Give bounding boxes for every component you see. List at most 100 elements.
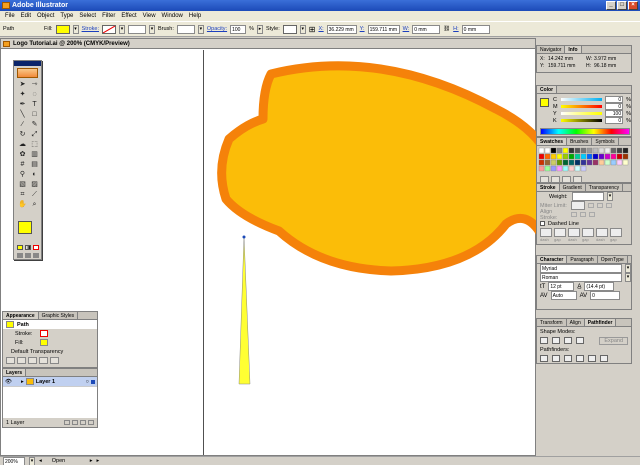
- color-m-value[interactable]: 0: [605, 103, 624, 110]
- w-label[interactable]: W:: [403, 26, 410, 32]
- font-family-dropdown-icon[interactable]: ▾: [625, 264, 631, 273]
- align-center-icon[interactable]: [571, 212, 577, 217]
- align-outside-icon[interactable]: [589, 212, 595, 217]
- line-tool-icon[interactable]: ╲: [17, 110, 28, 119]
- x-field[interactable]: 36.229 mm: [326, 24, 357, 34]
- align-inside-icon[interactable]: [580, 212, 586, 217]
- appearance-duplicate-icon[interactable]: [39, 357, 48, 364]
- status-menu-icon[interactable]: ▸: [90, 458, 93, 464]
- stroke-weight-dropdown-icon[interactable]: ▾: [149, 24, 155, 34]
- gradient-mode-icon[interactable]: [25, 245, 31, 250]
- tab-color[interactable]: Color: [537, 86, 558, 93]
- opacity-label[interactable]: Opacity:: [207, 26, 227, 32]
- eyedropper-tool-icon[interactable]: ⚲: [17, 170, 28, 179]
- color-fill-preview[interactable]: [540, 98, 549, 107]
- menu-edit[interactable]: Edit: [18, 13, 34, 19]
- delete-swatch-icon[interactable]: [573, 176, 582, 183]
- pen-tool-icon[interactable]: ✒: [17, 100, 28, 109]
- add-shape-icon[interactable]: [540, 337, 548, 344]
- cap-butt-icon[interactable]: [588, 203, 594, 208]
- reference-point-icon[interactable]: ⊞: [309, 25, 316, 34]
- fill-dropdown-icon[interactable]: ▾: [72, 24, 79, 34]
- make-clipping-mask-icon[interactable]: [64, 420, 70, 425]
- style-dropdown-icon[interactable]: ▾: [299, 24, 306, 34]
- leading-field[interactable]: (14.4 pt): [584, 282, 615, 291]
- menu-help[interactable]: Help: [186, 13, 204, 19]
- merge-icon[interactable]: [564, 355, 572, 362]
- new-swatch-icon[interactable]: [562, 176, 571, 183]
- color-mode-icon[interactable]: [17, 245, 23, 250]
- fill-swatch[interactable]: [55, 24, 70, 34]
- visibility-eye-icon[interactable]: 👁: [5, 379, 12, 385]
- opacity-dropdown-icon[interactable]: ▸: [256, 24, 263, 34]
- tab-appearance[interactable]: Appearance: [3, 312, 39, 319]
- slice-tool-icon[interactable]: ⟋: [29, 190, 40, 199]
- appearance-fill-label[interactable]: Fill:: [15, 340, 37, 346]
- intersect-shape-icon[interactable]: [564, 337, 572, 344]
- stroke-weight-field[interactable]: [128, 24, 146, 34]
- appearance-stroke-label[interactable]: Stroke:: [15, 331, 37, 337]
- color-y-slider[interactable]: [561, 112, 603, 115]
- y-label[interactable]: Y:: [360, 26, 365, 32]
- layer-name[interactable]: Layer 1: [36, 379, 55, 385]
- delete-layer-icon[interactable]: [88, 420, 94, 425]
- appearance-reduce-icon[interactable]: [28, 357, 37, 364]
- free-transform-tool-icon[interactable]: ⬚: [29, 140, 40, 149]
- tab-info[interactable]: Info: [565, 46, 582, 53]
- tab-paragraph[interactable]: Paragraph: [567, 256, 598, 263]
- dash-3-field[interactable]: [596, 228, 608, 237]
- appearance-new-art-icon[interactable]: [6, 357, 15, 364]
- tracking-field[interactable]: 0: [590, 291, 621, 300]
- color-spectrum-bar[interactable]: [540, 128, 630, 135]
- layer-target-icon[interactable]: ○: [86, 379, 89, 385]
- lasso-tool-icon[interactable]: ◌: [29, 90, 40, 99]
- close-button[interactable]: ×: [628, 1, 638, 10]
- opacity-field[interactable]: 100: [230, 24, 247, 34]
- expand-triangle-icon[interactable]: ▸: [21, 379, 24, 385]
- layer-selection-indicator[interactable]: [91, 379, 95, 384]
- stroke-weight-input[interactable]: [572, 192, 604, 201]
- tab-pathfinder[interactable]: Pathfinder: [584, 319, 617, 326]
- previous-artboard-icon[interactable]: ◂: [39, 458, 42, 464]
- tab-swatches[interactable]: Swatches: [537, 138, 568, 145]
- swatch-options-icon[interactable]: [551, 176, 560, 183]
- menu-effect[interactable]: Effect: [118, 13, 139, 19]
- gap-3-field[interactable]: [610, 228, 622, 237]
- dashed-line-checkbox[interactable]: [540, 221, 545, 226]
- paintbrush-tool-icon[interactable]: ∕: [17, 120, 28, 129]
- tab-layers[interactable]: Layers: [3, 369, 27, 376]
- menu-window[interactable]: Window: [159, 13, 186, 19]
- minimize-button[interactable]: _: [606, 1, 616, 10]
- miter-limit-input[interactable]: [571, 201, 585, 210]
- live-paint-tool-icon[interactable]: ▧: [17, 180, 28, 189]
- menu-file[interactable]: File: [2, 13, 18, 19]
- tab-opentype[interactable]: OpenType: [598, 256, 628, 263]
- gap-1-field[interactable]: [554, 228, 566, 237]
- menu-view[interactable]: View: [140, 13, 159, 19]
- y-field[interactable]: 159.711 mm: [367, 24, 400, 34]
- tab-transparency[interactable]: Transparency: [586, 184, 624, 191]
- blend-tool-icon[interactable]: ◐: [29, 170, 40, 179]
- tab-brushes[interactable]: Brushes: [567, 138, 593, 145]
- stroke-swatch[interactable]: [102, 24, 116, 34]
- tab-navigator[interactable]: Navigator: [537, 46, 566, 53]
- font-size-field[interactable]: 12 pt: [548, 282, 575, 291]
- spike-shape[interactable]: [238, 235, 251, 385]
- stroke-dropdown-icon[interactable]: ▾: [119, 24, 125, 34]
- menu-filter[interactable]: Filter: [99, 13, 118, 19]
- show-swatch-kinds-icon[interactable]: [540, 176, 549, 183]
- rectangle-tool-icon[interactable]: □: [29, 110, 40, 119]
- next-artboard-icon[interactable]: ▸: [97, 458, 100, 464]
- dash-2-field[interactable]: [568, 228, 580, 237]
- anchor-point[interactable]: [242, 235, 246, 239]
- dash-1-field[interactable]: [540, 228, 552, 237]
- live-paint-selection-tool-icon[interactable]: ▨: [29, 180, 40, 189]
- direct-selection-tool-icon[interactable]: ⇾: [29, 80, 40, 89]
- appearance-stroke-swatch[interactable]: [40, 330, 48, 337]
- tab-symbols[interactable]: Symbols: [592, 138, 619, 145]
- selection-tool-icon[interactable]: ➤: [17, 80, 28, 89]
- cap-square-icon[interactable]: [606, 203, 612, 208]
- font-style-field[interactable]: Roman: [540, 273, 622, 282]
- color-m-slider[interactable]: [561, 105, 603, 108]
- fill-color-box[interactable]: [18, 221, 32, 234]
